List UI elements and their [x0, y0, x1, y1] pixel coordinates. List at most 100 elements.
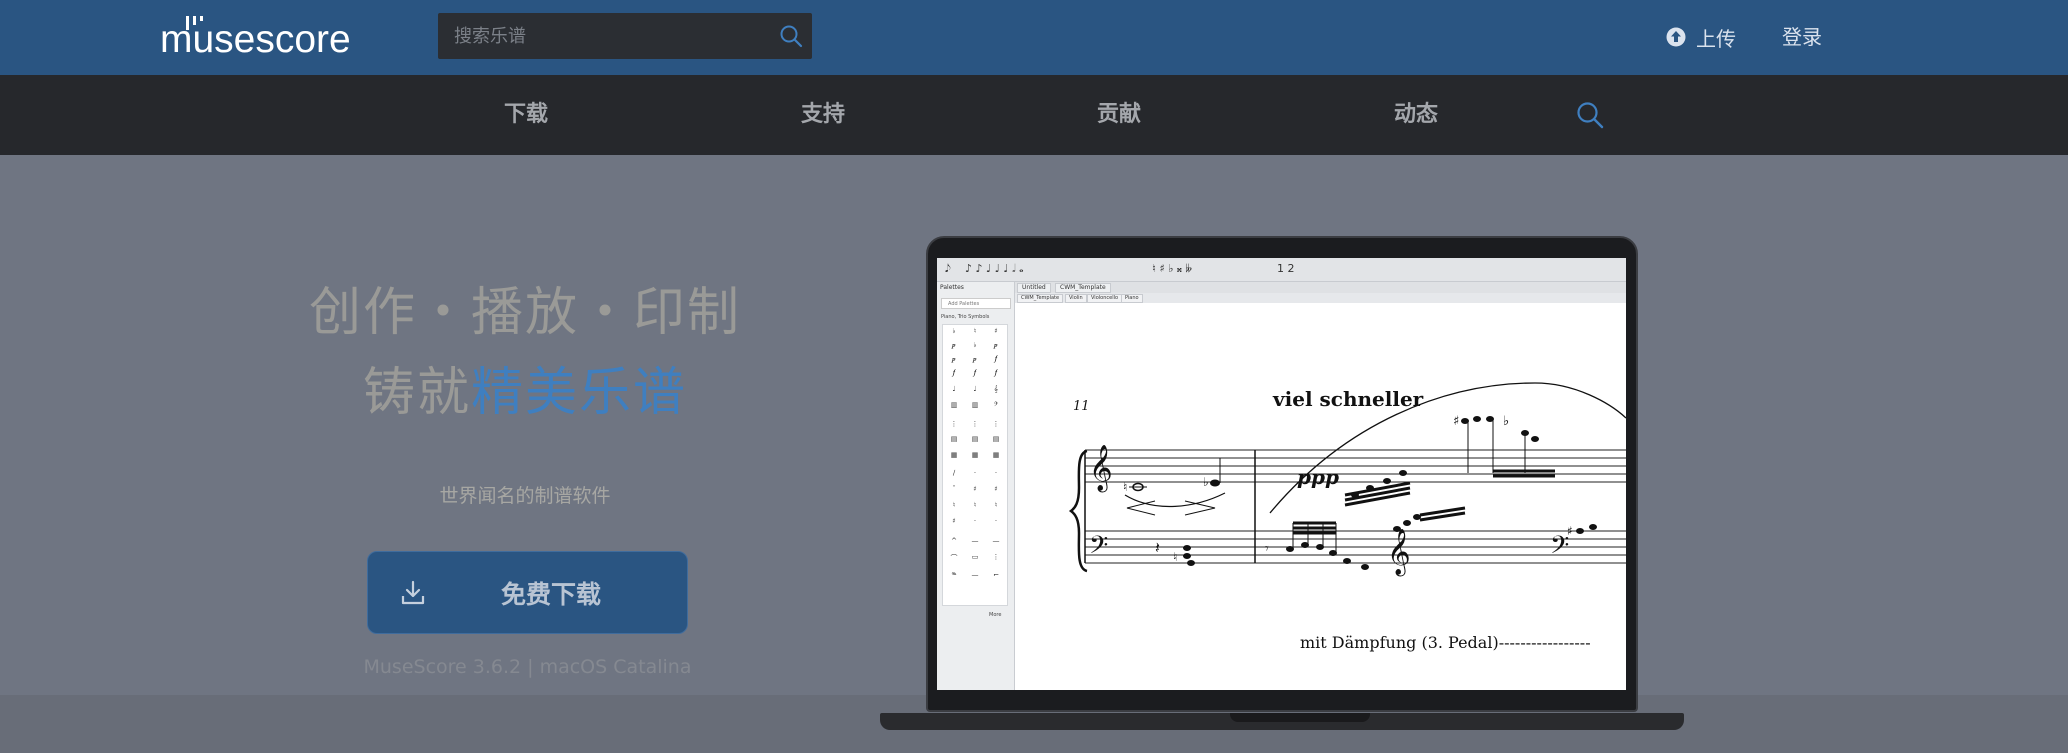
palette-cell[interactable]: · — [986, 469, 1006, 477]
palette-cell[interactable]: ▤ — [986, 435, 1006, 443]
top-bar: musescore 上传 登录 — [0, 0, 2068, 75]
palette-more-link[interactable]: More — [989, 612, 1001, 618]
palette-cell[interactable]: ♭ — [965, 341, 985, 349]
palette-cell[interactable]: ♯ — [965, 485, 985, 493]
musescore-logo[interactable]: musescore — [160, 12, 351, 62]
score-search-box[interactable] — [438, 13, 812, 59]
palette-cell[interactable]: · — [965, 517, 985, 525]
nav-item-support[interactable]: 支持 — [763, 75, 883, 155]
nav-item-contribute[interactable]: 贡献 — [1059, 75, 1179, 155]
palette-cell[interactable]: ∕ — [944, 469, 964, 477]
palette-cell[interactable]: ▭ — [965, 553, 985, 561]
voice-icons: 1 2 — [1277, 262, 1295, 275]
palette-cell[interactable]: ♭ — [944, 327, 964, 335]
palette-cell[interactable]: 𝄢 — [986, 401, 1006, 410]
palette-cell[interactable]: ▥ — [965, 401, 985, 409]
part-tab-violin[interactable]: Violin — [1065, 294, 1087, 303]
upload-icon — [1666, 27, 1686, 47]
score-canvas[interactable]: 𝄞 𝄢 𝄞 𝄢 ♮ ♭ 𝄽 ♮ 𝄾 ♯ ♭ ♯ 11 viel schnelle… — [1015, 303, 1626, 690]
palette-cell[interactable]: ♮ — [965, 501, 985, 509]
palette-cell[interactable]: 𝆏 — [944, 341, 964, 350]
score-notation: 𝄞 𝄢 𝄞 𝄢 ♮ ♭ 𝄽 ♮ 𝄾 ♯ ♭ ♯ — [1068, 382, 1626, 577]
login-link[interactable]: 登录 — [1782, 20, 1822, 54]
palette-cell[interactable]: · — [965, 469, 985, 477]
pedal-marking: mit Dämpfung (3. Pedal)----------------- — [1300, 633, 1591, 652]
hero-headline-line1: 创作・播放・印制 — [308, 283, 741, 343]
palette-cell[interactable]: ♮ — [944, 501, 964, 509]
palette-panel: Palettes Add Palettes Piano, Trio Symbol… — [937, 282, 1015, 690]
palette-cell[interactable]: 𝆑 — [986, 369, 1006, 378]
palette-cell[interactable]: ▦ — [944, 451, 964, 459]
svg-text:♭: ♭ — [1203, 475, 1209, 489]
score-tabs: Untitled CWM_Template — [1015, 282, 1626, 293]
palette-cell[interactable]: ⌐ — [986, 571, 1006, 579]
palette-cell[interactable]: — — [986, 537, 1006, 545]
palette-cell[interactable]: ♯ — [944, 517, 964, 525]
tempo-marking: viel schneller — [1273, 387, 1424, 411]
palette-cell[interactable]: ˇ — [944, 485, 964, 493]
palette-cell[interactable]: ▤ — [944, 435, 964, 443]
palette-grid: ♭ ♮ ♯ 𝆏 ♭ 𝆏 𝆏 𝆏 𝆑 𝆑 𝆑 𝆑 ♩ ♩ 𝄞 ▥ ▥ 𝄢 ⋮ ⋮ … — [942, 324, 1008, 606]
palette-cell[interactable]: ⋮ — [965, 420, 985, 428]
palette-cell[interactable]: ▤ — [965, 435, 985, 443]
svg-text:𝄽: 𝄽 — [1155, 538, 1160, 557]
hero-headline-line2: 铸就精美乐谱 — [300, 350, 750, 425]
palette-cell[interactable]: 𝆏 — [965, 355, 985, 364]
search-icon[interactable] — [778, 23, 804, 49]
palette-cell[interactable]: ♮ — [986, 501, 1006, 509]
svg-text:♭: ♭ — [1503, 414, 1509, 429]
palette-cell[interactable]: 𝆏 — [944, 355, 964, 364]
headline-accent: 精美乐谱 — [471, 363, 688, 423]
upload-label: 上传 — [1696, 26, 1736, 51]
tab-cwm-template[interactable]: CWM_Template — [1055, 283, 1111, 293]
palette-cell[interactable]: ♯ — [986, 485, 1006, 493]
note-duration-icons: ♪ ♪ ♩ ♩ ♩ 𝅗𝅥 𝅝 — [965, 262, 1024, 275]
palette-cell[interactable]: ♩ — [965, 385, 985, 393]
score-search-input[interactable] — [454, 13, 754, 59]
part-tab-cello[interactable]: Violoncello — [1087, 294, 1123, 303]
part-tab-main[interactable]: CWM_Template — [1017, 294, 1064, 303]
palette-cell[interactable]: ⌒ — [944, 553, 964, 563]
palette-cell[interactable]: ♩ — [944, 385, 964, 393]
part-tab-piano[interactable]: Piano — [1121, 294, 1143, 303]
accidental-icons: ♮ ♯ ♭ 𝄪 𝄫 — [1152, 262, 1192, 275]
palette-cell[interactable]: 𝆑 — [986, 355, 1006, 364]
app-screenshot: 𝅘𝅥𝅮 ♪ ♪ ♩ ♩ ♩ 𝅗𝅥 𝅝 ♮ ♯ ♭ 𝄪 𝄫 1 2 Palette… — [937, 258, 1626, 690]
laptop-notch — [1230, 713, 1370, 722]
palette-cell[interactable]: ⋮ — [986, 420, 1006, 428]
nav-item-download[interactable]: 下载 — [466, 75, 586, 155]
palette-cell[interactable]: 𝆏 — [986, 341, 1006, 350]
palette-cell[interactable]: ^ — [944, 537, 964, 545]
palette-cell[interactable]: ▥ — [944, 401, 964, 409]
upload-link[interactable]: 上传 — [1666, 20, 1736, 54]
palette-cell[interactable]: 𝆑 — [944, 369, 964, 378]
palette-cell[interactable]: ♮ — [965, 327, 985, 335]
palette-cell[interactable]: ♯ — [986, 327, 1006, 335]
palette-search[interactable]: Add Palettes — [941, 298, 1011, 309]
tab-untitled[interactable]: Untitled — [1017, 283, 1051, 293]
palette-cell[interactable]: ▦ — [965, 451, 985, 459]
palette-cell[interactable]: ⋮ — [944, 420, 964, 428]
measure-number: 11 — [1073, 399, 1090, 414]
version-info: MuseScore 3.6.2 | macOS Catalina — [363, 656, 692, 678]
palette-cell[interactable]: · — [986, 517, 1006, 525]
palette-cell[interactable]: 𝄞 — [986, 385, 1006, 394]
svg-text:𝄞: 𝄞 — [1387, 529, 1411, 577]
palette-cell[interactable]: ▦ — [986, 451, 1006, 459]
main-nav: 下载 支持 贡献 动态 — [0, 75, 2068, 155]
palette-section-title: Piano, Trio Symbols — [941, 314, 990, 320]
download-button-label: 免费下载 — [500, 579, 601, 609]
free-download-button[interactable]: 免费下载 — [367, 551, 688, 634]
palette-cell[interactable]: — — [965, 571, 985, 579]
palette-cell[interactable]: 𝆑 — [965, 369, 985, 378]
dynamic-marking: ppp — [1297, 465, 1339, 489]
svg-text:𝄞: 𝄞 — [1089, 445, 1113, 493]
nav-search-icon[interactable] — [1575, 100, 1605, 130]
palette-cell[interactable]: ⋮ — [986, 553, 1006, 561]
palette-cell[interactable]: — — [965, 537, 985, 545]
nav-item-news[interactable]: 动态 — [1356, 75, 1476, 155]
svg-text:♮: ♮ — [1123, 480, 1127, 494]
palette-cell[interactable]: 𝆮 — [944, 571, 964, 580]
logo-bars-icon — [186, 16, 203, 30]
palette-title: Palettes — [940, 284, 964, 291]
